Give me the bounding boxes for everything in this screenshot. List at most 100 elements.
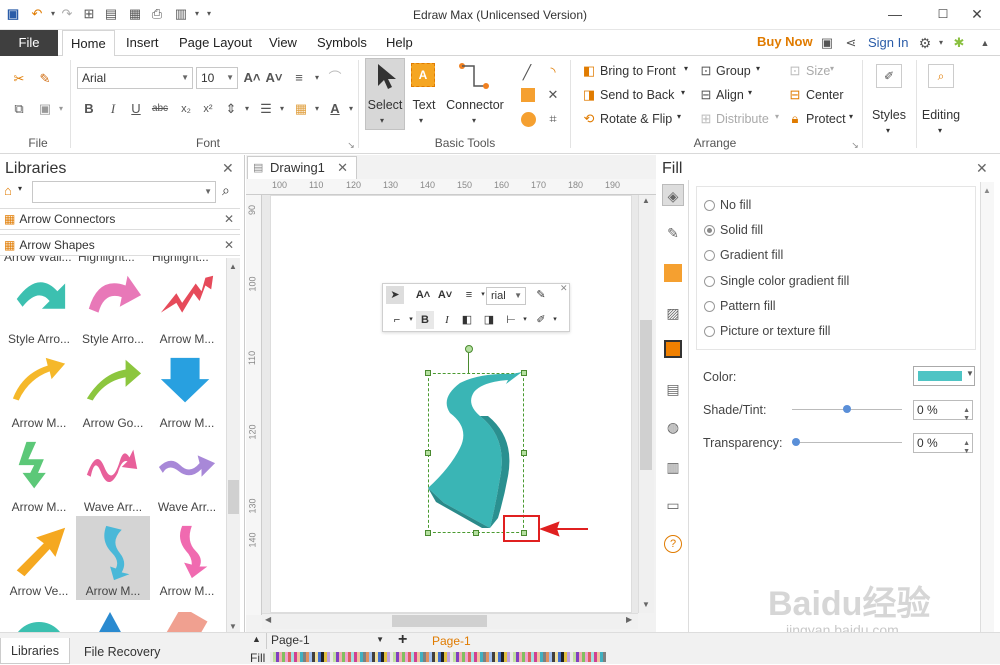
rotate-flip-button[interactable]: Rotate & Flip	[600, 112, 672, 126]
scroll-up-icon[interactable]: ▲	[229, 262, 237, 271]
text-align-icon[interactable]: ≡	[290, 69, 308, 87]
layer-icon[interactable]	[664, 340, 682, 358]
send-to-back-dropdown-icon[interactable]: ▾	[681, 88, 685, 97]
close-tab-icon[interactable]: ✕	[337, 157, 348, 179]
resize-handle-bl[interactable]	[425, 530, 431, 536]
bold-icon[interactable]: B	[80, 100, 98, 118]
help-icon[interactable]: ?	[664, 535, 682, 553]
library-shape[interactable]: Arrow Ve...	[2, 516, 76, 600]
group-dropdown-icon[interactable]: ▾	[756, 64, 760, 73]
tab-help[interactable]: Help	[378, 30, 421, 56]
library-home-icon[interactable]: ⌂	[4, 183, 12, 198]
fill-option-radio[interactable]	[704, 326, 715, 337]
editing-button[interactable]: Editing	[918, 108, 964, 122]
library-section-arrow-connectors[interactable]: ▦ Arrow Connectors ✕	[0, 208, 240, 230]
text-dropdown-icon[interactable]: ▾	[419, 116, 423, 125]
ellipse-tool-icon[interactable]	[521, 112, 536, 127]
resize-handle-tl[interactable]	[425, 370, 431, 376]
active-page-tab[interactable]: Page-1	[432, 634, 471, 648]
maximize-icon[interactable]: ☐	[928, 4, 958, 24]
scroll-left-icon[interactable]: ◀	[265, 615, 271, 624]
canvas-vscroll-thumb[interactable]	[640, 320, 652, 470]
bring-to-front-dropdown-icon[interactable]: ▾	[684, 64, 688, 73]
library-section-arrow-shapes[interactable]: ▦ Arrow Shapes ✕	[0, 234, 240, 256]
notes-icon[interactable]: ▥	[662, 456, 684, 478]
pen-tool-icon[interactable]: ✕	[544, 86, 562, 104]
distribute-button[interactable]: Distribute	[716, 112, 769, 126]
mini-bring-front-icon[interactable]: ◧	[458, 311, 476, 329]
resize-handle-tr[interactable]	[521, 370, 527, 376]
transparency-spinner[interactable]: 0 % ▲ ▼	[913, 433, 973, 455]
italic-icon[interactable]: I	[104, 100, 122, 118]
library-shape[interactable]: Wave Arr...	[150, 432, 224, 516]
page-icon[interactable]: ▤	[662, 378, 684, 400]
sign-in-link[interactable]: Sign In	[868, 35, 908, 50]
fill-option-label[interactable]: Picture or texture fill	[720, 324, 830, 338]
library-scroll-thumb[interactable]	[228, 480, 239, 514]
protect-dropdown-icon[interactable]: ▾	[849, 112, 853, 121]
editing-search-icon[interactable]: ⌕	[928, 64, 954, 88]
library-shape-partial[interactable]	[88, 612, 134, 632]
tab-view[interactable]: View	[261, 30, 305, 56]
mini-decrease-font-icon[interactable]: A˅	[436, 286, 454, 304]
fill-option-label[interactable]: Gradient fill	[720, 248, 783, 262]
paste-dropdown-icon[interactable]: ▾	[52, 100, 70, 118]
select-dropdown-icon[interactable]: ▾	[380, 116, 384, 125]
canvas-hscroll-thumb[interactable]	[392, 615, 487, 627]
mini-increase-font-icon[interactable]: A˄	[414, 286, 432, 304]
library-shape[interactable]: Arrow M...	[2, 348, 76, 432]
decrease-font-icon[interactable]: A˅	[265, 69, 283, 87]
text-path-icon[interactable]: ⌒	[326, 69, 344, 87]
close-fill-panel-icon[interactable]: ✕	[976, 160, 988, 177]
library-shape[interactable]: Arrow M...	[76, 516, 150, 600]
shadow-color-icon[interactable]	[664, 264, 682, 282]
text-tool-label[interactable]: Text	[406, 98, 442, 112]
mini-send-back-icon[interactable]: ◨	[480, 311, 498, 329]
center-button[interactable]: Center	[806, 88, 844, 102]
fill-option-label[interactable]: Single color gradient fill	[720, 274, 849, 288]
font-size-select[interactable]: 10 ▼	[196, 67, 238, 89]
rectangle-tool-icon[interactable]	[521, 88, 535, 102]
shade-spinner[interactable]: 0 % ▲ ▼	[913, 400, 973, 422]
spin-down-icon[interactable]: ▼	[963, 410, 970, 428]
line-spacing-dropdown-icon[interactable]: ▾	[238, 100, 256, 118]
library-shape[interactable]: Arrow M...	[150, 264, 224, 348]
align-dropdown-icon[interactable]: ▾	[748, 88, 752, 97]
styles-dropdown-icon[interactable]: ▾	[886, 126, 890, 135]
bullets-dropdown-icon[interactable]: ▾	[273, 100, 291, 118]
line-tool-icon[interactable]: ╱	[518, 63, 536, 81]
share-icon[interactable]: ⋖	[842, 34, 860, 52]
group-button[interactable]: Group	[716, 64, 751, 78]
tab-drawing1[interactable]: ▤ Drawing1 ✕	[247, 156, 357, 180]
scroll-down-icon[interactable]: ▼	[642, 600, 650, 609]
rotate-flip-dropdown-icon[interactable]: ▾	[677, 112, 681, 121]
strikethrough-icon[interactable]: abc	[151, 100, 169, 118]
close-libraries-icon[interactable]: ✕	[222, 160, 234, 177]
fill-option-label[interactable]: Pattern fill	[720, 299, 776, 313]
mini-style-dropdown-icon[interactable]: ▾	[546, 311, 564, 329]
buy-now-link[interactable]: Buy Now	[757, 34, 813, 49]
size-button[interactable]: Size	[806, 64, 830, 78]
library-shape[interactable]: Style Arro...	[2, 264, 76, 348]
text-align-dropdown-icon[interactable]: ▾	[308, 69, 326, 87]
format-painter-icon[interactable]: ✎	[36, 70, 54, 88]
connector-tool-label[interactable]: Connector	[444, 98, 506, 112]
fill-option-radio[interactable]	[704, 300, 715, 312]
comment-icon[interactable]: ▭	[662, 494, 684, 516]
fill-tool-icon[interactable]: ◈	[662, 184, 684, 206]
library-search-input[interactable]: ▼	[32, 181, 216, 203]
line-style-icon[interactable]: ✎	[662, 222, 684, 244]
transparency-slider-track[interactable]	[792, 442, 902, 443]
libraries-bottom-tab[interactable]: Libraries	[0, 638, 70, 664]
cut-icon[interactable]: ✂	[10, 70, 28, 88]
font-family-select[interactable]: Arial ▼	[77, 67, 193, 89]
library-home-dropdown-icon[interactable]: ▾	[18, 184, 22, 193]
mini-close-icon[interactable]: ✕	[560, 283, 568, 294]
fill-option-label[interactable]: No fill	[720, 198, 751, 212]
spin-down-icon[interactable]: ▼	[963, 443, 970, 461]
library-shape[interactable]: Style Arro...	[76, 264, 150, 348]
library-shape-partial[interactable]	[162, 612, 208, 632]
fill-option-radio[interactable]	[704, 200, 715, 211]
page-nav-up-icon[interactable]: ▲	[252, 634, 261, 644]
globe-icon[interactable]: ◍	[662, 416, 684, 438]
